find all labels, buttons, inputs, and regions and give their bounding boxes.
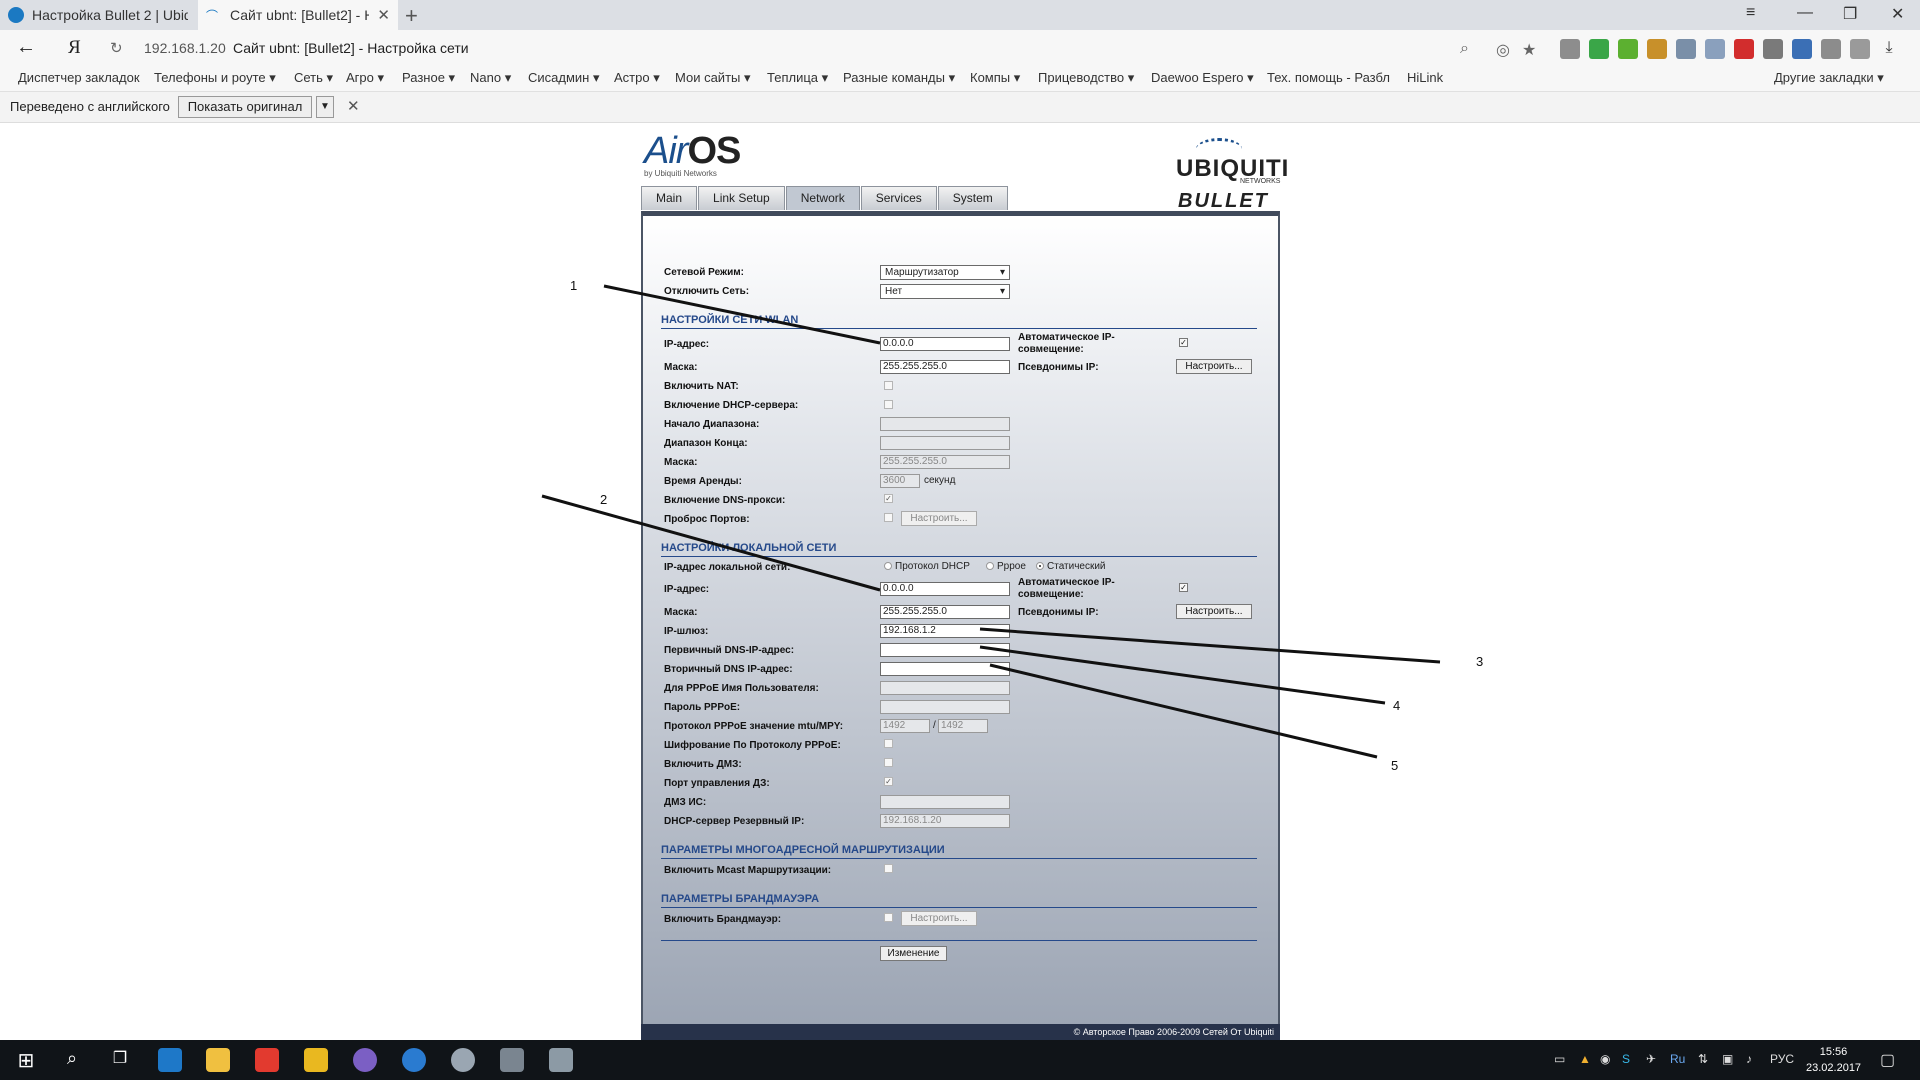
annotation-line-5 — [989, 663, 1378, 759]
clock[interactable]: 15:56 23.02.2017 — [1806, 1044, 1861, 1076]
task-view-icon[interactable]: ❐ — [108, 1048, 132, 1072]
annotation-label: 5 — [1391, 758, 1399, 773]
tray-icon[interactable]: ⇅ — [1698, 1052, 1708, 1066]
search-icon[interactable]: ⌕ — [60, 1048, 84, 1072]
annotation-overlay — [541, 284, 1441, 759]
volume-tray-icon[interactable]: ♪ — [1746, 1052, 1752, 1066]
skype-tray-icon[interactable]: S — [1622, 1052, 1630, 1066]
tray-icon[interactable]: Ru — [1670, 1052, 1685, 1066]
annotation-label: 4 — [1393, 698, 1401, 713]
edge-icon[interactable] — [158, 1048, 182, 1072]
tray-icon[interactable]: ◉ — [1600, 1052, 1610, 1066]
viber-icon[interactable] — [353, 1048, 377, 1072]
tray-icon[interactable]: ▭ — [1554, 1052, 1565, 1066]
app-icon[interactable] — [549, 1048, 573, 1072]
network-tray-icon[interactable]: ▣ — [1722, 1052, 1733, 1066]
annotation-label: 3 — [1476, 654, 1484, 669]
clock-date: 23.02.2017 — [1806, 1062, 1862, 1074]
folder-icon[interactable] — [206, 1048, 230, 1072]
notifications-icon[interactable]: ▢ — [1880, 1050, 1895, 1070]
taskbar: ⊞ ⌕ ❐ ▭ ▲ ◉ S ✈ Ru ⇅ ▣ ♪ РУС 15:56 23.02… — [0, 1040, 1920, 1080]
tray-icon[interactable]: ✈ — [1646, 1052, 1656, 1066]
app-icon[interactable] — [451, 1048, 475, 1072]
annotation-line-1 — [603, 284, 881, 345]
annotation-label: 2 — [600, 492, 608, 507]
app-icon[interactable] — [500, 1048, 524, 1072]
yandex-browser-icon[interactable] — [255, 1048, 279, 1072]
imo-icon[interactable] — [402, 1048, 426, 1072]
language-indicator[interactable]: РУС — [1770, 1052, 1794, 1066]
tray-icon[interactable]: ▲ — [1579, 1052, 1591, 1066]
annotation-line-2 — [541, 494, 881, 592]
clock-time: 15:56 — [1819, 1046, 1848, 1058]
app-icon[interactable] — [304, 1048, 328, 1072]
annotation-label: 1 — [570, 278, 578, 293]
annotation-line-4 — [979, 645, 1386, 705]
windows-start-icon[interactable]: ⊞ — [14, 1048, 38, 1072]
